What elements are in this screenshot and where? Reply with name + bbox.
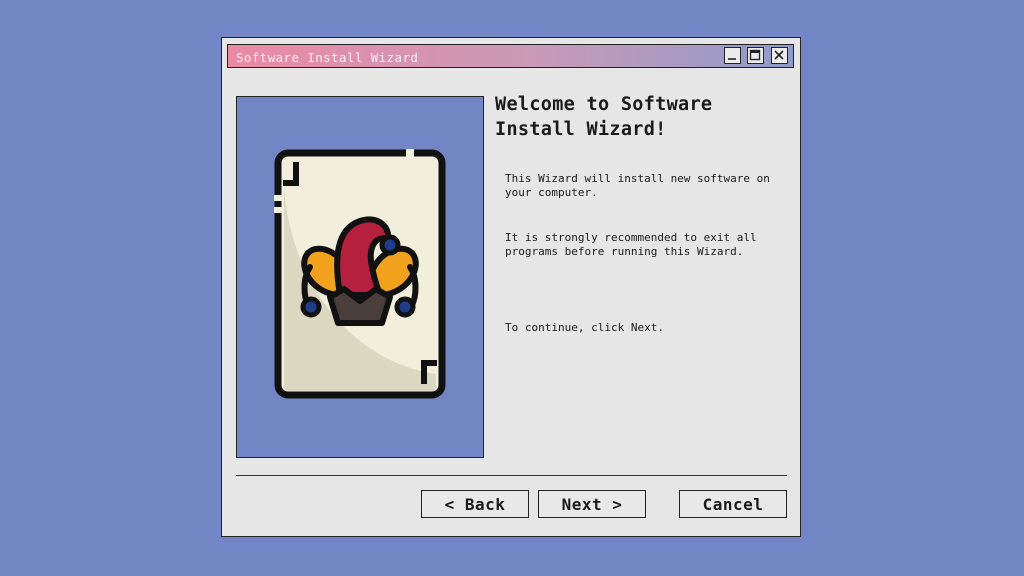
welcome-heading: Welcome to Software Install Wizard! <box>495 94 713 140</box>
window-title: Software Install Wizard <box>236 50 419 65</box>
wizard-window: Software Install Wizard Welcome to Softw… <box>221 37 801 537</box>
illustration-panel <box>236 96 484 458</box>
maximize-icon <box>749 49 761 61</box>
recommendation-text: It is strongly recommended to exit all p… <box>505 231 757 258</box>
close-icon <box>774 50 784 60</box>
minimize-icon <box>728 58 736 60</box>
button-divider <box>236 475 787 476</box>
continue-instruction-text: To continue, click Next. <box>505 321 664 334</box>
jester-card-icon <box>274 149 446 399</box>
maximize-button[interactable] <box>747 47 764 64</box>
title-bar[interactable]: Software Install Wizard <box>227 44 794 68</box>
intro-text: This Wizard will install new software on… <box>505 172 770 199</box>
back-button[interactable]: < Back <box>421 490 529 518</box>
next-button[interactable]: Next > <box>538 490 646 518</box>
cancel-button[interactable]: Cancel <box>679 490 787 518</box>
minimize-button[interactable] <box>724 47 741 64</box>
close-button[interactable] <box>771 47 788 64</box>
